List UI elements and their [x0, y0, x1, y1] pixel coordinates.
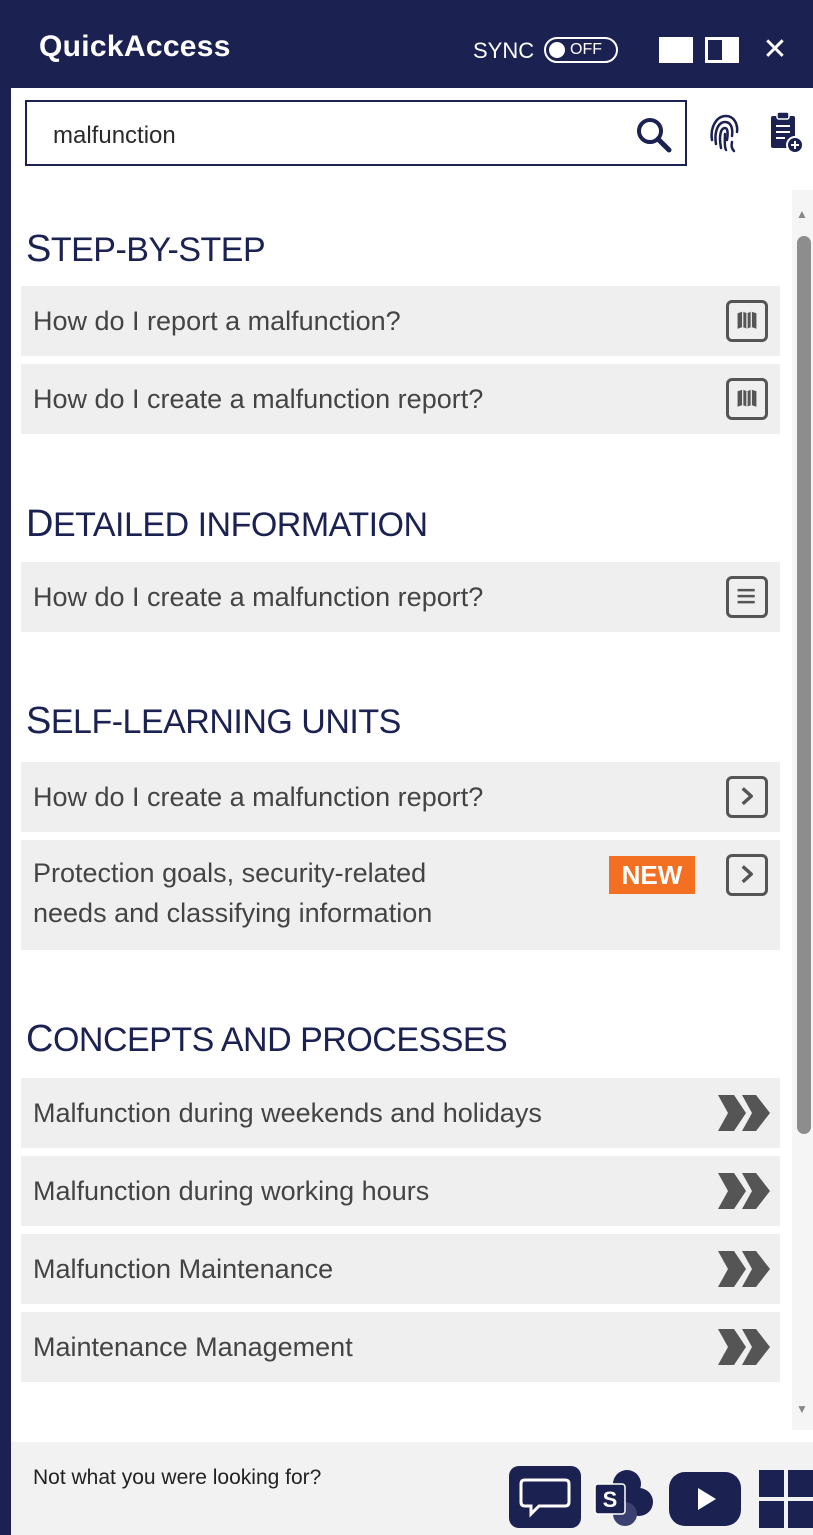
- chevron-right-icon: [726, 776, 768, 818]
- result-label: How do I create a malfunction report?: [33, 782, 484, 812]
- section-title-concepts-and-processes: CONCEPTS AND PROCESSES: [26, 1018, 508, 1060]
- result-label: Maintenance Management: [33, 1332, 353, 1362]
- clipboard-add-icon[interactable]: [767, 110, 805, 154]
- result-item[interactable]: Malfunction during working hours: [21, 1156, 780, 1226]
- search-icon[interactable]: [635, 116, 673, 154]
- result-label-line2: needs and classifying information: [33, 898, 433, 928]
- search-input[interactable]: malfunction: [25, 100, 687, 166]
- section-title-step-by-step: STEP-BY-STEP: [26, 228, 266, 270]
- toggle-knob: [549, 42, 565, 58]
- sharepoint-icon[interactable]: S: [593, 1468, 657, 1530]
- single-pane-view-button[interactable]: [659, 37, 693, 63]
- double-chevron-icon: [718, 1095, 770, 1131]
- sync-label: SYNC: [473, 38, 535, 63]
- result-item[interactable]: Protection goals, security-related needs…: [21, 840, 780, 950]
- search-query: malfunction: [53, 122, 176, 149]
- youtube-icon[interactable]: [669, 1472, 741, 1526]
- section-title-detailed-information: DETAILED INFORMATION: [26, 503, 428, 545]
- footer-bar: Not what you were looking for? S: [11, 1442, 813, 1535]
- scroll-down-arrow[interactable]: ▼: [796, 1402, 808, 1416]
- result-item[interactable]: How do I create a malfunction report?: [21, 762, 780, 832]
- result-label: Malfunction during working hours: [33, 1176, 430, 1206]
- scroll-up-arrow[interactable]: ▲: [796, 207, 808, 221]
- result-item[interactable]: How do I create a malfunction report?: [21, 562, 780, 632]
- windows-icon[interactable]: [759, 1470, 813, 1528]
- close-button[interactable]: ✕: [761, 35, 789, 65]
- section-title-self-learning-units: SELF-LEARNING UNITS: [26, 700, 401, 742]
- book-icon: [726, 300, 768, 342]
- result-label: Malfunction Maintenance: [33, 1254, 334, 1284]
- sync-state: OFF: [570, 41, 602, 58]
- split-pane-view-button[interactable]: [705, 37, 739, 63]
- title-bar: QuickAccess SYNC OFF ✕: [11, 0, 813, 88]
- double-chevron-icon: [718, 1329, 770, 1365]
- book-icon: [726, 378, 768, 420]
- result-item[interactable]: Malfunction Maintenance: [21, 1234, 780, 1304]
- double-chevron-icon: [718, 1251, 770, 1287]
- result-label: How do I report a malfunction?: [33, 306, 401, 336]
- result-label: How do I create a malfunction report?: [33, 384, 484, 414]
- result-label: Malfunction during weekends and holidays: [33, 1098, 542, 1128]
- chevron-right-icon: [726, 854, 768, 896]
- document-icon: [726, 576, 768, 618]
- svg-text:S: S: [603, 1487, 618, 1512]
- result-item[interactable]: How do I report a malfunction?: [21, 286, 780, 356]
- result-item[interactable]: How do I create a malfunction report?: [21, 364, 780, 434]
- scrollbar-thumb[interactable]: [797, 236, 811, 1134]
- chat-icon[interactable]: [509, 1466, 581, 1528]
- sync-toggle[interactable]: OFF: [544, 37, 618, 63]
- fingerprint-icon[interactable]: [706, 110, 742, 154]
- result-label: How do I create a malfunction report?: [33, 582, 484, 612]
- footer-text: Not what you were looking for?: [33, 1466, 322, 1489]
- double-chevron-icon: [718, 1173, 770, 1209]
- new-badge: NEW: [609, 856, 695, 894]
- result-item[interactable]: Malfunction during weekends and holidays: [21, 1078, 780, 1148]
- result-label-line1: Protection goals, security-related: [33, 858, 427, 888]
- result-item[interactable]: Maintenance Management: [21, 1312, 780, 1382]
- window-frame-left: [0, 0, 11, 1535]
- app-title: QuickAccess: [39, 30, 231, 63]
